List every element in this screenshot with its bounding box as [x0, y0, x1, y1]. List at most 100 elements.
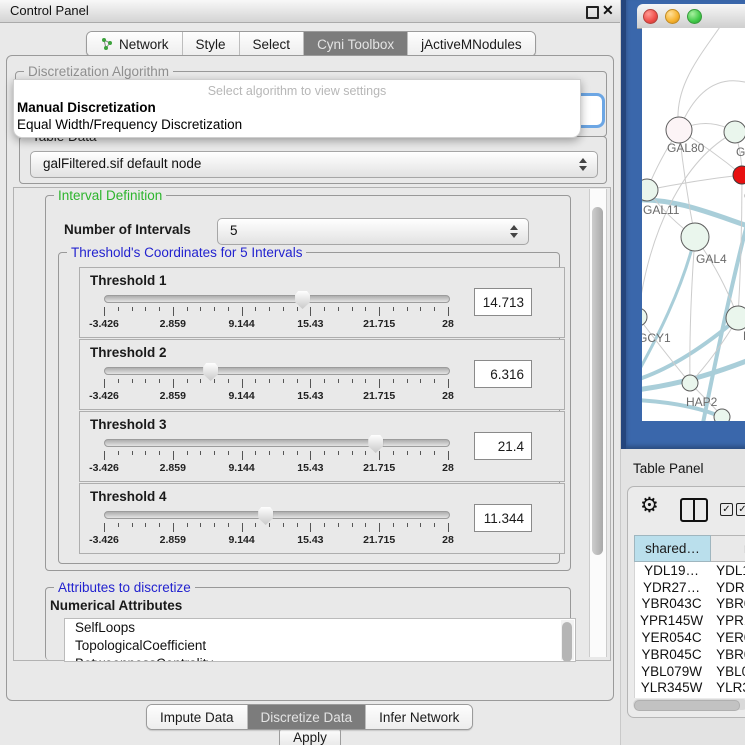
tick-label: -3.426 — [89, 390, 119, 402]
table-row[interactable]: YLR345WYLR3 — [635, 680, 745, 697]
table-row[interactable]: YBR045CYBR0 — [635, 646, 745, 663]
network-view-window[interactable]: GAL80 G. C GAL11 GAL4 GCY1 H HAP2 — [621, 0, 745, 449]
node-bottom-partial[interactable] — [714, 409, 730, 421]
cell[interactable]: YPR145W — [635, 613, 708, 628]
threshold-value-field[interactable]: 14.713 — [474, 288, 532, 316]
combobox-stepper-icon — [510, 224, 519, 239]
close-traffic-light-icon[interactable] — [643, 9, 658, 24]
split-columns-icon[interactable] — [680, 498, 708, 522]
tab-discretize-data[interactable]: Discretize Data — [248, 705, 367, 729]
tick-mark — [145, 379, 146, 383]
checkbox-icon-1[interactable]: ✓ — [720, 503, 733, 516]
dropdown-option-equal-width-frequency[interactable]: Equal Width/Frequency Discretization — [17, 117, 242, 132]
cell[interactable]: YBL079W — [635, 664, 708, 679]
list-item-betweennesscentrality[interactable]: BetweennessCentrality — [65, 655, 575, 662]
tick-mark — [420, 451, 421, 455]
cell[interactable]: YLR3 — [708, 680, 745, 695]
tab-select[interactable]: Select — [240, 32, 305, 56]
tab-network[interactable]: Network — [87, 32, 183, 56]
cell[interactable]: YER0 — [708, 630, 745, 645]
cell[interactable]: YBR045C — [635, 647, 708, 662]
cell[interactable]: YIL0 — [708, 697, 745, 698]
table-row[interactable]: YDR27…YDR2 — [635, 579, 745, 596]
panel-scrollbar[interactable] — [589, 189, 607, 657]
threshold-value-field[interactable]: 6.316 — [474, 360, 532, 388]
cell[interactable]: YBL0 — [708, 664, 745, 679]
number-of-intervals-combobox[interactable]: 5 — [217, 218, 529, 245]
cell[interactable]: YIL052C — [635, 697, 708, 698]
threshold-value-field[interactable]: 21.4 — [474, 432, 532, 460]
node-right-mid[interactable] — [726, 306, 745, 330]
cell[interactable]: YDL1 — [708, 563, 745, 578]
column-header-shared-name[interactable]: shared… — [634, 535, 711, 562]
list-scrollbar[interactable] — [561, 620, 574, 660]
node-top-right[interactable] — [724, 121, 745, 143]
cell[interactable]: YBR0 — [708, 596, 745, 611]
node-gcy1[interactable] — [642, 308, 647, 326]
table-row[interactable]: YBL079WYBL0 — [635, 663, 745, 680]
list-item-selfloops[interactable]: SelfLoops — [65, 619, 575, 637]
list-item-topologicalcoefficient[interactable]: TopologicalCoefficient — [65, 637, 575, 655]
cell[interactable]: YDR27… — [635, 580, 708, 595]
tick-mark — [365, 523, 366, 527]
tick-mark — [242, 307, 243, 316]
cell[interactable]: YDR2 — [708, 580, 745, 595]
cell[interactable]: YBR0 — [708, 647, 745, 662]
node-gal4[interactable] — [681, 223, 709, 251]
cell[interactable]: YBR043C — [635, 596, 708, 611]
cell[interactable]: YER054C — [635, 630, 708, 645]
cell[interactable]: YDL19… — [635, 563, 708, 578]
network-window-titlebar[interactable] — [637, 4, 745, 29]
group-label: Threshold's Coordinates for 5 Intervals — [67, 245, 306, 260]
tick-mark — [310, 379, 311, 388]
threshold-value-field[interactable]: 11.344 — [474, 504, 532, 532]
tab-cyni-toolbox[interactable]: Cyni Toolbox — [304, 32, 408, 56]
gear-icon[interactable]: ⚙ — [640, 495, 659, 517]
tick-mark — [338, 379, 339, 383]
tab-label: Discretize Data — [261, 710, 353, 725]
node-gal80[interactable] — [666, 117, 692, 143]
float-window-icon[interactable] — [586, 6, 599, 19]
attributes-listbox[interactable]: SelfLoops TopologicalCoefficient Between… — [64, 618, 576, 662]
zoom-traffic-light-icon[interactable] — [687, 9, 702, 24]
node-hap2[interactable] — [682, 375, 698, 391]
cell[interactable]: YPR1 — [708, 613, 745, 628]
number-of-intervals-label: Number of Intervals — [64, 222, 191, 237]
threshold-slider[interactable]: -3.4262.8599.14415.4321.71528 — [104, 436, 448, 480]
tab-impute-data[interactable]: Impute Data — [147, 705, 248, 729]
slider-track[interactable] — [104, 367, 450, 375]
slider-track[interactable] — [104, 439, 450, 447]
table-row[interactable]: YER054CYER0 — [635, 629, 745, 646]
network-canvas[interactable]: GAL80 G. C GAL11 GAL4 GCY1 H HAP2 — [642, 28, 745, 421]
table-row[interactable]: YBR043CYBR0 — [635, 596, 745, 613]
node-gal11[interactable] — [642, 179, 658, 201]
tick-mark — [242, 523, 243, 532]
tick-mark — [365, 379, 366, 383]
checkbox-icon-2[interactable]: ✓ — [736, 503, 745, 516]
threshold-1-panel: Threshold 1 -3.4262.8599.14415.4321.7152… — [79, 267, 565, 338]
table-data-combobox[interactable]: galFiltered.sif default node — [30, 151, 598, 178]
minimize-traffic-light-icon[interactable] — [665, 9, 680, 24]
tick-mark — [434, 307, 435, 311]
cell[interactable]: YLR345W — [635, 680, 708, 695]
close-icon[interactable]: ✕ — [602, 2, 614, 19]
column-header-name[interactable]: na — [711, 535, 745, 562]
tick-label: 21.715 — [363, 462, 395, 474]
tab-style[interactable]: Style — [183, 32, 240, 56]
tick-mark — [379, 451, 380, 460]
slider-track[interactable] — [104, 511, 450, 519]
dropdown-option-manual-discretization[interactable]: Manual Discretization — [17, 100, 156, 115]
tick-mark — [228, 379, 229, 383]
table-horizontal-scrollbar[interactable] — [633, 699, 745, 710]
tab-jactivemnodules[interactable]: jActiveMNodules — [408, 32, 535, 56]
table-row[interactable]: YIL052CYIL0 — [635, 696, 745, 698]
control-panel-titlebar[interactable]: Control Panel ✕ — [0, 0, 620, 23]
threshold-slider[interactable]: -3.4262.8599.14415.4321.71528 — [104, 364, 448, 408]
table-row[interactable]: YPR145WYPR1 — [635, 612, 745, 629]
threshold-slider[interactable]: -3.4262.8599.14415.4321.71528 — [104, 292, 448, 336]
network-nodes[interactable] — [642, 117, 745, 421]
tab-infer-network[interactable]: Infer Network — [366, 705, 472, 729]
slider-track[interactable] — [104, 295, 450, 303]
threshold-slider[interactable]: -3.4262.8599.14415.4321.71528 — [104, 508, 448, 552]
table-row[interactable]: YDL19…YDL1 — [635, 562, 745, 579]
